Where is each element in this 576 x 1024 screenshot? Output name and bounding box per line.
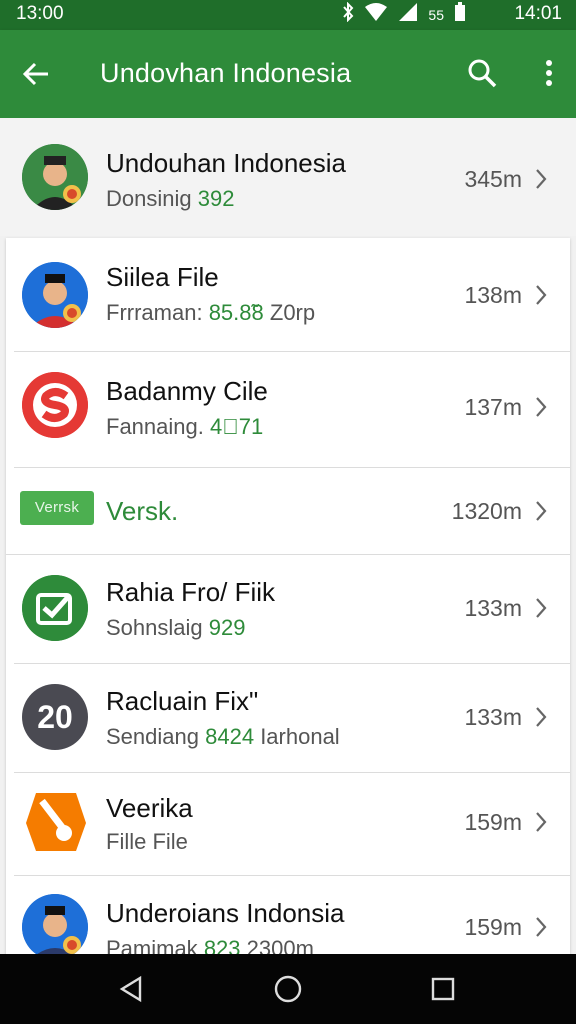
chevron-right-icon: [534, 706, 548, 728]
list-item-title: Versk.: [106, 496, 179, 526]
status-bar: 13:00 55 14:01: [0, 0, 576, 30]
system-nav-bar: [0, 954, 576, 1024]
page-title: Undovhan Indonesia: [100, 58, 352, 88]
list-item-header[interactable]: Undouhan Indonesia Donsinig 392 345m: [0, 118, 576, 236]
list-item-title: Rahia Fro/ Fiik: [106, 577, 276, 607]
person-avatar: [22, 262, 88, 328]
battery-percent-label: 55: [428, 7, 444, 23]
list-item[interactable]: Underoians Indonsia Pamimak 823 2300m 15…: [6, 876, 570, 954]
list-item-subtitle: Sohnslaig 929: [106, 615, 246, 640]
status-time-left: 13:00: [16, 3, 64, 24]
list-card: Siilea File Frrraman: 85.8̃8 Z0rp 138m B…: [6, 238, 570, 954]
file-list: Undouhan Indonesia Donsinig 392 345m Sii…: [0, 118, 576, 954]
more-vert-icon[interactable]: [542, 57, 556, 89]
chevron-right-icon: [534, 284, 548, 306]
list-item-subtitle: Frrraman: 85.8̃8 Z0rp: [106, 300, 316, 325]
list-item-meta: 159m: [464, 914, 522, 940]
status-time-right: 14:01: [514, 3, 562, 24]
chevron-right-icon: [534, 597, 548, 619]
person-avatar: [22, 144, 88, 210]
list-item[interactable]: Rahia Fro/ Fiik Sohnslaig 929 133m: [6, 555, 570, 663]
chevron-right-icon: [534, 811, 548, 833]
nav-home-icon[interactable]: [273, 974, 303, 1004]
list-item-meta: 159m: [464, 809, 522, 835]
list-item-meta: 137m: [464, 394, 522, 420]
list-item-title: Underoians Indonsia: [106, 898, 345, 928]
subtitle-number: 392: [197, 186, 235, 211]
list-item-title: Veerika: [106, 793, 193, 823]
list-item-meta: 345m: [464, 166, 522, 192]
list-item-title: Siilea File: [106, 262, 219, 292]
chevron-right-icon: [534, 500, 548, 522]
list-item-subtitle: Donsinig 392: [106, 186, 234, 212]
version-badge: Verrsk: [20, 491, 94, 525]
number-avatar-icon: 20: [22, 684, 88, 750]
search-icon[interactable]: [466, 57, 498, 89]
list-item-meta: 133m: [464, 704, 522, 730]
chevron-right-icon: [534, 168, 548, 190]
list-item-title: Racluain Fix": [106, 686, 259, 716]
bluetooth-icon: [342, 1, 354, 28]
signal-icon: [398, 2, 418, 28]
app-bar: Undovhan Indonesia: [0, 30, 576, 118]
check-circle-icon: [22, 575, 88, 641]
battery-icon: [454, 2, 466, 28]
nav-recents-icon[interactable]: [428, 974, 458, 1004]
list-item-subtitle: Fille File: [106, 829, 188, 854]
list-item-title: Badanmy Cile: [106, 376, 268, 406]
person-avatar: [22, 894, 88, 954]
back-arrow-icon[interactable]: [20, 57, 54, 91]
subtitle-prefix: Donsinig: [106, 186, 192, 211]
list-item-meta: 133m: [464, 595, 522, 621]
list-item-subtitle: Pamimak 823 2300m: [106, 936, 314, 954]
list-item-meta: 138m: [464, 282, 522, 308]
list-item[interactable]: Veerika Fille File 159m: [6, 773, 570, 875]
nav-back-icon[interactable]: [116, 974, 146, 1004]
list-item-meta: 1320m: [451, 498, 522, 524]
status-icons: 55: [342, 1, 466, 28]
list-item-subtitle: Fannaing. 4⃒71: [106, 414, 264, 439]
s-logo-icon: [22, 372, 88, 438]
chevron-right-icon: [534, 396, 548, 418]
list-item[interactable]: Verrsk Versk. 1320m: [6, 468, 570, 554]
orange-hexagon-icon: [22, 789, 88, 855]
list-item[interactable]: 20 Racluain Fix" Sendiang 8424 Iarhonal …: [6, 664, 570, 772]
wifi-icon: [364, 2, 388, 28]
list-item[interactable]: Siilea File Frrraman: 85.8̃8 Z0rp 138m: [6, 238, 570, 351]
list-item[interactable]: Badanmy Cile Fannaing. 4⃒71 137m: [6, 352, 570, 467]
list-item-subtitle: Sendiang 8424 Iarhonal: [106, 724, 340, 749]
chevron-right-icon: [534, 916, 548, 938]
list-item-title: Undouhan Indonesia: [106, 148, 346, 178]
